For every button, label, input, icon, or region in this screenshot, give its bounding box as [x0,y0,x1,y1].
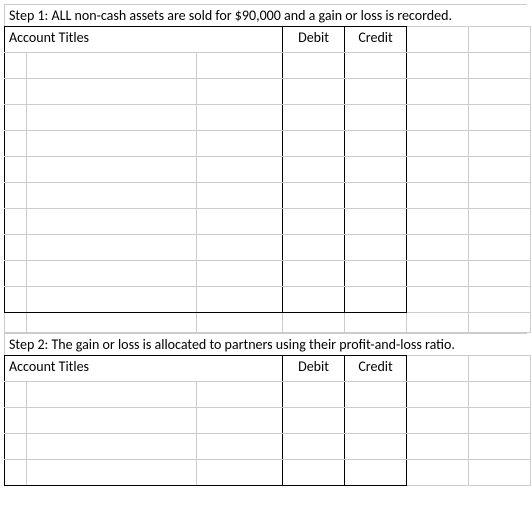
account-titles-header: Account Titles [5,356,283,382]
step2-title: Step 2: The gain or loss is allocated to… [4,333,527,355]
table-row [5,79,531,105]
step2-table: Account Titles Debit Credit [4,355,531,486]
debit-header: Debit [283,356,345,382]
table-row [5,157,531,183]
step1-table: Account Titles Debit Credit [4,26,531,333]
table-row [5,131,531,157]
table-row [5,460,531,486]
step2-section: Step 2: The gain or loss is allocated to… [4,333,527,486]
spacer-row [5,313,531,333]
table-row [5,53,531,79]
extra-cell [407,356,469,382]
table-row [5,183,531,209]
account-titles-header: Account Titles [5,27,283,53]
extra-cell [469,27,531,53]
step1-header-row: Account Titles Debit Credit [5,27,531,53]
table-row [5,209,531,235]
table-row [5,434,531,460]
extra-cell [407,27,469,53]
table-row [5,261,531,287]
step2-header-row: Account Titles Debit Credit [5,356,531,382]
step1-section: Step 1: ALL non-cash assets are sold for… [4,4,527,333]
debit-header: Debit [283,27,345,53]
table-row [5,105,531,131]
table-row [5,287,531,313]
table-row [5,235,531,261]
extra-cell [469,356,531,382]
step1-title: Step 1: ALL non-cash assets are sold for… [4,4,527,26]
table-row [5,408,531,434]
table-row [5,382,531,408]
credit-header: Credit [345,356,407,382]
credit-header: Credit [345,27,407,53]
